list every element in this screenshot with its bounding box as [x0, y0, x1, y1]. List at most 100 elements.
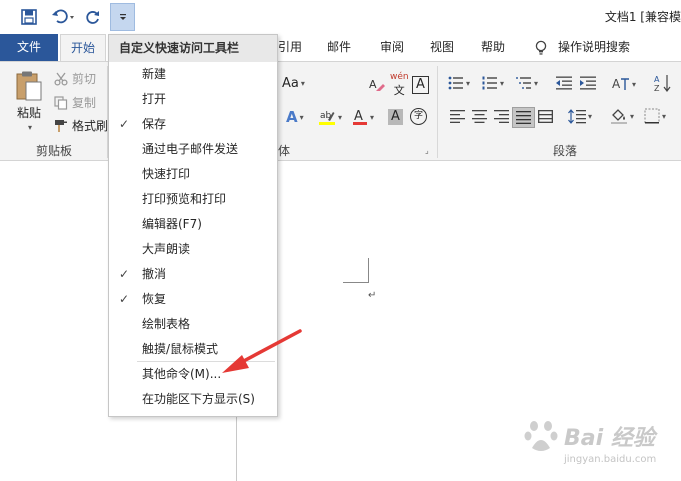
asian-layout-button[interactable]: A ▾ — [612, 76, 636, 92]
tab-references[interactable]: 引用 — [278, 34, 302, 61]
text-effects-icon: A — [286, 108, 298, 126]
margin-marker — [368, 258, 369, 283]
svg-text:Z: Z — [654, 84, 660, 92]
cut-label: 剪切 — [72, 72, 97, 86]
sort-icon: A Z — [654, 75, 671, 92]
undo-button[interactable] — [50, 6, 78, 28]
tab-help[interactable]: 帮助 — [481, 34, 505, 61]
checkmark-icon: ✓ — [119, 292, 130, 306]
text-effects-dropdown-icon: ▾ — [299, 112, 304, 122]
copy-button[interactable]: 复制 — [54, 94, 96, 111]
menu-item-label: 在功能区下方显示(S) — [142, 392, 255, 406]
tab-view[interactable]: 视图 — [430, 34, 454, 61]
distributed-button[interactable] — [538, 110, 553, 123]
enclose-characters-button[interactable]: 字 — [410, 108, 427, 125]
decrease-indent-button[interactable] — [556, 76, 572, 90]
checkmark-icon: ✓ — [119, 117, 130, 131]
bullets-icon — [448, 76, 463, 90]
format-painter-icon — [55, 119, 67, 132]
menu-item[interactable]: 在功能区下方显示(S) — [109, 387, 277, 412]
shading-button[interactable]: ▾ — [610, 108, 634, 124]
font-color-icon: A — [353, 109, 367, 125]
align-right-icon — [494, 110, 509, 123]
character-shading-button[interactable]: A — [388, 109, 403, 125]
redo-icon — [86, 11, 99, 24]
menu-item[interactable]: 触摸/鼠标模式 — [109, 337, 277, 362]
menu-item[interactable]: 绘制表格 — [109, 312, 277, 337]
menu-item[interactable]: 编辑器(F7) — [109, 212, 277, 237]
copy-icon — [54, 95, 68, 110]
multilevel-dropdown-icon: ▾ — [534, 78, 539, 88]
menu-item[interactable]: 大声朗读 — [109, 237, 277, 262]
menu-item[interactable]: 打开 — [109, 87, 277, 112]
svg-text:A: A — [354, 109, 363, 124]
menu-separator — [137, 361, 275, 362]
menu-item[interactable]: 新建 — [109, 62, 277, 87]
format-painter-button[interactable]: 格式刷 — [54, 117, 108, 134]
menu-item[interactable]: 其他命令(M)... — [109, 362, 277, 387]
cut-button[interactable]: 剪切 — [54, 70, 96, 87]
character-border-button[interactable]: A — [412, 76, 429, 94]
text-effects-button[interactable]: A ▾ — [286, 108, 304, 126]
paste-button[interactable]: 粘贴 ▾ — [14, 70, 44, 132]
borders-button[interactable]: ▾ — [644, 108, 666, 124]
menu-item[interactable]: 通过电子邮件发送 — [109, 137, 277, 162]
line-spacing-icon — [568, 109, 586, 124]
font-color-button[interactable]: A ▾ — [352, 108, 374, 126]
phonetic-guide-button[interactable]: wén 文 — [390, 72, 409, 98]
tab-home[interactable]: 开始 — [60, 34, 106, 62]
align-right-button[interactable] — [494, 110, 509, 123]
borders-dropdown-icon: ▾ — [662, 111, 667, 121]
paragraph-group-label: 段落 — [553, 144, 578, 158]
tab-mailings[interactable]: 邮件 — [327, 34, 351, 61]
highlight-color-button[interactable]: ab ▾ — [318, 108, 342, 126]
menu-item-label: 保存 — [142, 117, 167, 131]
decrease-indent-icon — [556, 76, 572, 90]
menu-item-label: 大声朗读 — [142, 242, 191, 256]
watermark-text: Bai 经验 — [564, 426, 655, 451]
tab-review[interactable]: 审阅 — [380, 34, 404, 61]
tell-me-search[interactable]: 操作说明搜索 — [534, 34, 630, 61]
menu-item-label: 撤消 — [142, 267, 167, 281]
menu-item[interactable]: 快速打印 — [109, 162, 277, 187]
menu-item[interactable]: ✓ 撤消 — [109, 262, 277, 287]
redo-button[interactable] — [83, 6, 103, 28]
align-center-icon — [472, 110, 487, 123]
menu-item[interactable]: ✓ 保存 — [109, 112, 277, 137]
align-center-button[interactable] — [472, 110, 487, 123]
change-case-dropdown-icon: ▾ — [300, 79, 305, 88]
numbering-button[interactable]: ▾ — [482, 76, 504, 90]
customize-qat-button[interactable] — [110, 3, 135, 31]
lightbulb-icon — [535, 40, 547, 55]
save-button[interactable] — [18, 6, 40, 28]
align-left-button[interactable] — [450, 110, 465, 123]
asian-layout-dropdown-icon: ▾ — [632, 79, 637, 89]
menu-item-label: 新建 — [142, 67, 167, 81]
margin-marker — [343, 282, 369, 283]
paragraph-mark: ↵ — [368, 290, 377, 301]
justify-button[interactable] — [512, 107, 535, 128]
tab-file[interactable]: 文件 — [0, 34, 58, 61]
highlighter-icon: ab — [319, 111, 335, 125]
svg-text:A: A — [369, 78, 377, 91]
shading-dropdown-icon: ▾ — [630, 111, 635, 121]
menu-item-label: 编辑器(F7) — [142, 217, 202, 231]
sort-button[interactable]: A Z — [654, 74, 672, 92]
menu-item[interactable]: 打印预览和打印 — [109, 187, 277, 212]
enclose-characters-icon: 字 — [410, 108, 427, 125]
scissors-icon — [54, 72, 68, 86]
borders-icon — [644, 108, 660, 124]
font-size-dropdown[interactable]: Aa ▾ — [282, 76, 305, 91]
paw-logo-icon — [524, 421, 558, 451]
font-dialog-launcher[interactable]: ⌟ — [425, 146, 429, 155]
line-spacing-button[interactable]: ▾ — [568, 109, 592, 124]
bullets-button[interactable]: ▾ — [448, 76, 470, 90]
menu-header: 自定义快速访问工具栏 — [109, 35, 277, 62]
clear-formatting-button[interactable]: A — [368, 76, 386, 94]
customize-qat-menu: 自定义快速访问工具栏 新建打开 ✓ 保存通过电子邮件发送 快速打印 打印预览和打印编辑器… — [108, 34, 278, 417]
phonetic-label: wén — [390, 72, 409, 82]
increase-indent-button[interactable] — [580, 76, 596, 90]
menu-item[interactable]: ✓ 恢复 — [109, 287, 277, 312]
multilevel-list-button[interactable]: ▾ — [516, 76, 538, 90]
paste-dropdown-icon: ▾ — [27, 123, 32, 132]
